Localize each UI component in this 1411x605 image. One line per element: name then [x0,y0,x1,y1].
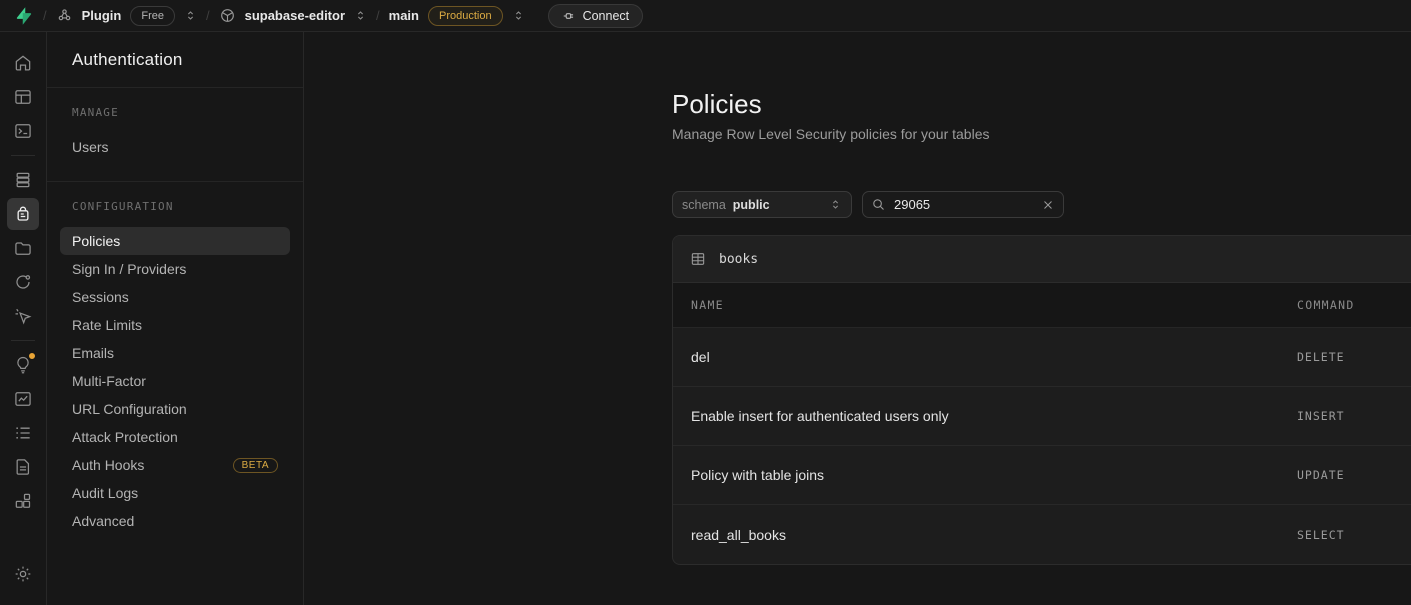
advisors-icon[interactable] [7,349,39,381]
authentication-icon[interactable] [7,198,39,230]
manage-section: MANAGE Users [47,88,303,181]
policy-row[interactable]: Enable insert for authenticated users on… [673,387,1411,446]
table-card-header: books [673,236,1411,283]
sidebar-item-audit-logs[interactable]: Audit Logs [47,479,303,507]
breadcrumb-separator: / [206,8,210,23]
policy-command: DELETE [1297,350,1411,364]
org-switcher-chevron-icon[interactable] [184,9,197,22]
settings-gear-icon[interactable] [7,558,39,590]
database-icon[interactable] [7,164,39,196]
column-header-command: COMMAND [1297,298,1411,312]
nav-icon-rail [0,32,47,605]
policy-name: read_all_books [691,527,1297,543]
schema-select-label: schema [682,198,726,212]
advisors-notification-dot [28,352,36,360]
supabase-dashboard: / Plugin Free / supabase-editor [0,0,1411,605]
policy-row[interactable]: read_all_books SELECT [673,505,1411,564]
search-input[interactable] [894,197,1033,212]
sidebar-item-attack-protection[interactable]: Attack Protection [47,423,303,451]
sidebar-header: Authentication [47,32,303,88]
project-name[interactable]: supabase-editor [245,8,345,23]
policy-row[interactable]: del DELETE [673,328,1411,387]
chevron-up-down-icon [829,198,842,211]
sidebar-item-advanced[interactable]: Advanced [47,507,303,535]
branch-switcher-chevron-icon[interactable] [512,9,525,22]
policy-name: Policy with table joins [691,467,1297,483]
project-icon [219,7,236,24]
policy-command: INSERT [1297,409,1411,423]
policy-row[interactable]: Policy with table joins UPDATE [673,446,1411,505]
search-icon [871,197,886,212]
reports-icon[interactable] [7,383,39,415]
page-title: Policies [672,88,1411,120]
breadcrumb-separator: / [376,8,380,23]
table-name: books [719,252,758,267]
top-bar: / Plugin Free / supabase-editor [0,0,1411,32]
integrations-icon[interactable] [7,485,39,517]
edge-functions-icon[interactable] [7,266,39,298]
auth-hooks-label: Auth Hooks [72,457,144,473]
sidebar-item-url-configuration[interactable]: URL Configuration [47,395,303,423]
sidebar-title: Authentication [72,50,183,70]
policy-command: UPDATE [1297,468,1411,482]
beta-badge: BETA [233,458,278,473]
logs-icon[interactable] [7,417,39,449]
sidebar-item-auth-hooks[interactable]: Auth Hooks BETA [47,451,303,479]
storage-icon[interactable] [7,232,39,264]
policy-name: Enable insert for authenticated users on… [691,408,1297,424]
org-name[interactable]: Plugin [82,8,122,23]
sidebar-item-sign-in-providers[interactable]: Sign In / Providers [47,255,303,283]
sidebar-item-emails[interactable]: Emails [47,339,303,367]
policy-search [862,191,1064,218]
sidebar-item-rate-limits[interactable]: Rate Limits [47,311,303,339]
connect-button[interactable]: Connect [548,4,644,28]
supabase-logo-icon[interactable] [14,6,34,26]
home-icon[interactable] [7,47,39,79]
sidebar-item-sessions[interactable]: Sessions [47,283,303,311]
main-content: Policies Manage Row Level Security polic… [304,32,1411,605]
table-grid-icon [690,251,706,267]
column-header-name: NAME [691,298,1297,312]
branch-name[interactable]: main [389,8,419,23]
schema-select[interactable]: schema public [672,191,852,218]
clear-search-icon[interactable] [1041,198,1055,212]
sidebar-item-users[interactable]: Users [47,133,303,161]
schema-select-value: public [733,198,770,212]
page-subtitle: Manage Row Level Security policies for y… [672,126,1411,142]
auth-sidebar: Authentication MANAGE Users CONFIGURATIO… [47,32,304,605]
sidebar-item-policies[interactable]: Policies [60,227,290,255]
realtime-icon[interactable] [7,300,39,332]
manage-section-header: MANAGE [47,106,303,119]
policies-table-card: books NAME COMMAND del DELETE Enable ins… [672,235,1411,565]
table-editor-icon[interactable] [7,81,39,113]
rail-divider [11,340,35,341]
table-column-headers: NAME COMMAND [673,283,1411,328]
sidebar-item-multi-factor[interactable]: Multi-Factor [47,367,303,395]
api-docs-icon[interactable] [7,451,39,483]
rail-divider [11,155,35,156]
sql-editor-icon[interactable] [7,115,39,147]
policy-command: SELECT [1297,528,1411,542]
org-plan-badge: Free [130,6,175,26]
policy-name: del [691,349,1297,365]
project-switcher-chevron-icon[interactable] [354,9,367,22]
configuration-section-header: CONFIGURATION [47,200,303,213]
breadcrumb-separator: / [43,8,47,23]
filter-bar: schema public [672,191,1411,218]
connect-button-label: Connect [583,9,630,23]
production-badge: Production [428,6,503,26]
configuration-section: CONFIGURATION Policies Sign In / Provide… [47,181,303,555]
organization-icon [56,7,73,24]
plug-icon [562,9,576,23]
